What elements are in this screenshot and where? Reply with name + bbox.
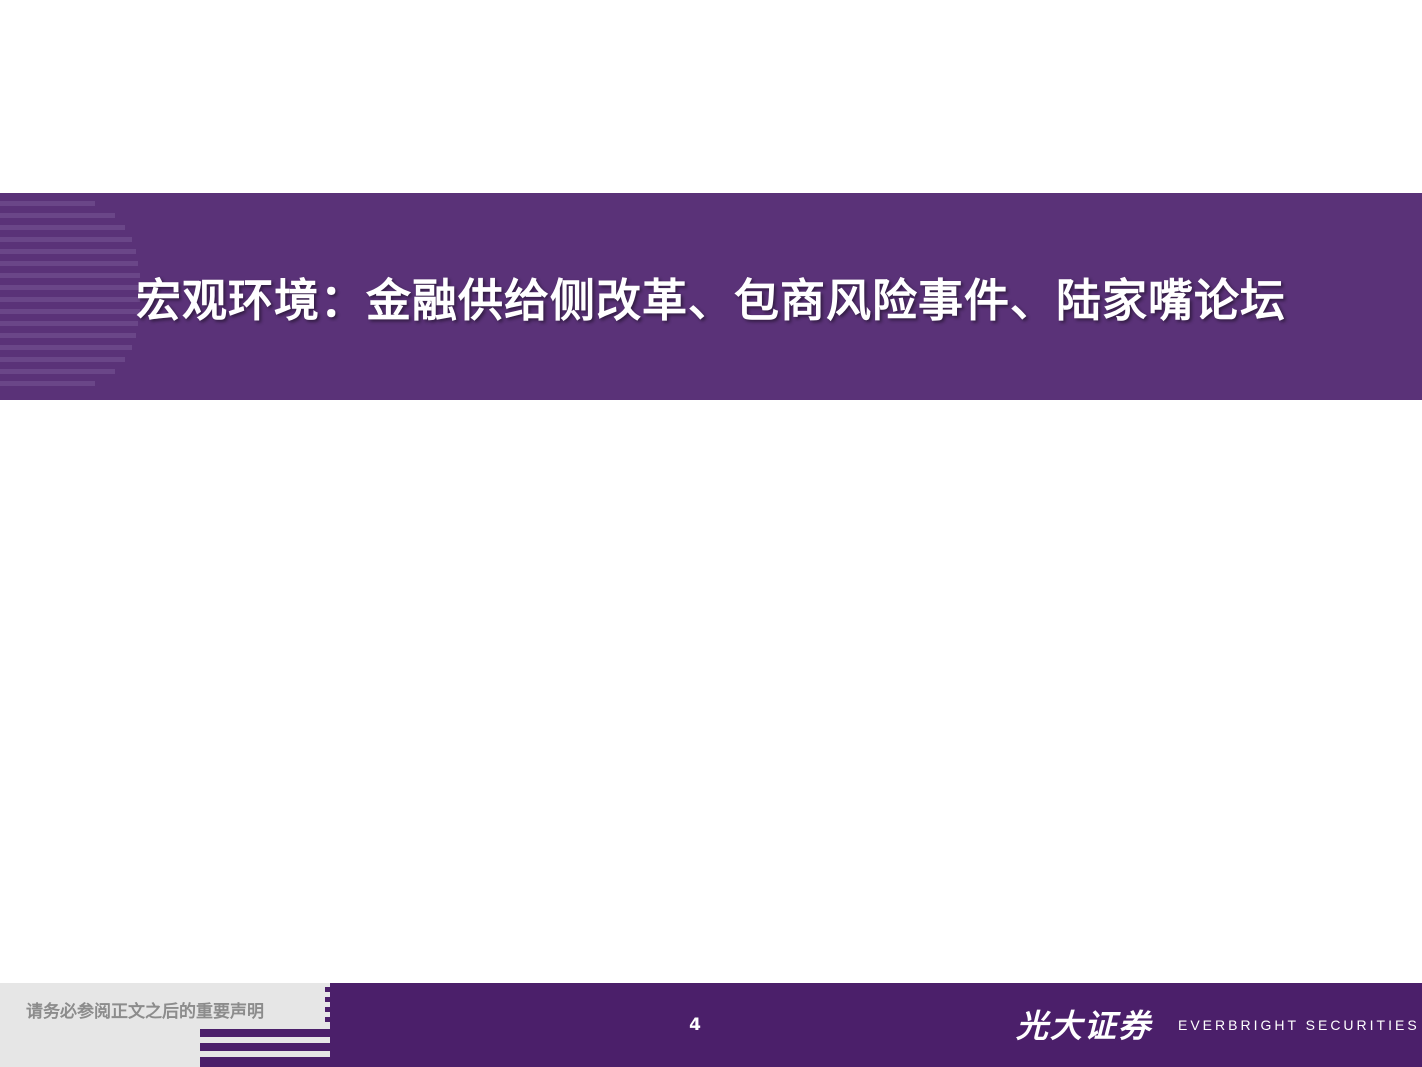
footer-stripe-decoration [200,987,400,1067]
slide: 宏观环境：金融供给侧改革、包商风险事件、陆家嘴论坛 请务必参阅正文之后的重要声明… [0,0,1422,1067]
company-logo-en: EVERBRIGHT SECURITIES [1178,1017,1420,1033]
company-logo-cn: 光大证券 [1016,1007,1153,1045]
slide-title: 宏观环境：金融供给侧改革、包商风险事件、陆家嘴论坛 [135,274,1286,327]
disclaimer-text: 请务必参阅正文之后的重要声明 [26,1002,264,1022]
title-banner: 宏观环境：金融供给侧改革、包商风险事件、陆家嘴论坛 [0,193,1422,400]
footer: 请务必参阅正文之后的重要声明 4 光大证券 EVERBRIGHT SECURIT… [0,983,1422,1067]
page-number: 4 [689,1015,701,1035]
